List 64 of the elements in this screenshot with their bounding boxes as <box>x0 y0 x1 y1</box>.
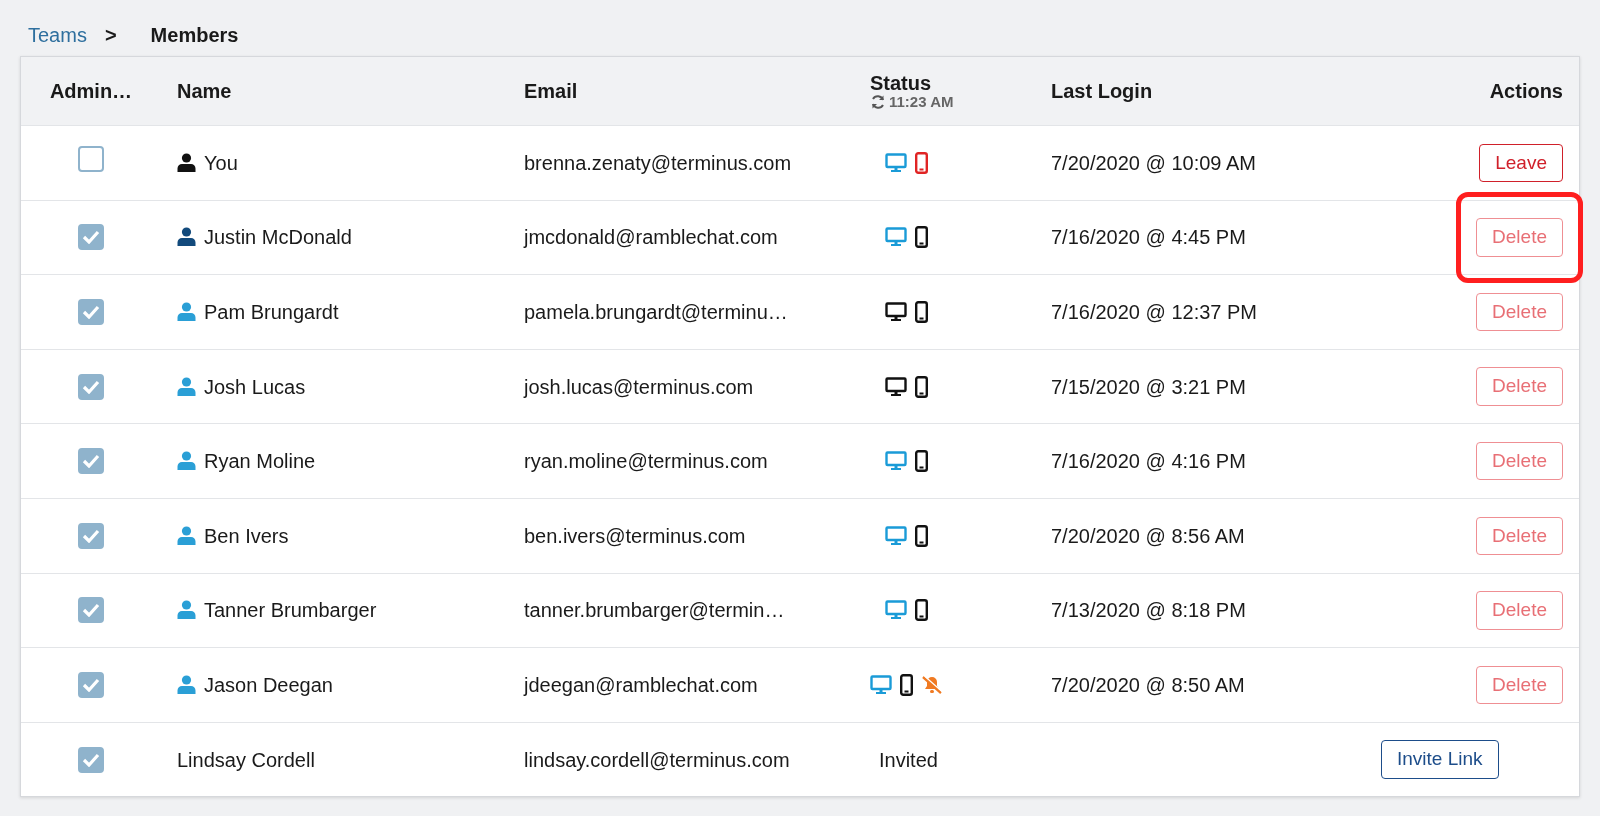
checkmark-icon <box>82 454 100 469</box>
checkmark-icon <box>82 305 100 319</box>
last-login-time: 7/13/2020 @ 8:18 PM <box>1051 599 1246 622</box>
admin-checkbox[interactable] <box>78 671 104 698</box>
last-login-time: 7/20/2020 @ 10:09 AM <box>1051 151 1256 174</box>
checkmark-icon <box>82 603 100 618</box>
checkmark-icon <box>82 379 100 394</box>
checkmark-icon <box>82 230 100 245</box>
column-header[interactable]: Status <box>870 72 1019 94</box>
admin-checkbox[interactable] <box>78 448 104 475</box>
invite-link-button[interactable]: Invite Link <box>1381 740 1499 779</box>
last-login-time: 7/16/2020 @ 12:37 PM <box>1051 301 1257 323</box>
last-login-time: 7/16/2020 @ 4:45 PM <box>1051 226 1246 249</box>
member-email: ben.ivers@terminus.com <box>524 524 746 547</box>
delete-button[interactable]: Delete <box>1476 292 1563 332</box>
status-text: Invited <box>878 748 938 771</box>
member-email: ryan.moline@terminus.com <box>524 450 768 473</box>
member-name: Ryan Moline <box>204 449 316 475</box>
admin-checkbox[interactable] <box>78 746 104 773</box>
delete-button[interactable]: Delete <box>1476 218 1563 257</box>
member-name: Josh Lucas <box>204 374 306 400</box>
leave-button[interactable]: Leave <box>1479 143 1563 183</box>
refresh-time: 11:23 AM <box>889 94 954 109</box>
admin-checkbox[interactable] <box>78 373 104 400</box>
admin-checkbox[interactable] <box>78 522 104 549</box>
delete-button[interactable]: Delete <box>1476 367 1563 406</box>
breadcrumb-separator: > <box>104 23 117 48</box>
checkmark-icon <box>82 752 100 767</box>
member-name: Lindsay Cordell <box>177 747 315 773</box>
delete-button[interactable]: Delete <box>1476 591 1563 630</box>
admin-checkbox[interactable] <box>78 299 104 325</box>
breadcrumb-link[interactable]: Teams <box>28 20 87 50</box>
member-email: pamela.brungardt@terminu… <box>524 301 788 323</box>
last-login-time: 7/16/2020 @ 4:16 PM <box>1051 450 1246 473</box>
column-header[interactable]: Actions <box>1489 80 1563 102</box>
member-email: tanner.brumbarger@termin… <box>524 599 785 622</box>
breadcrumb-current: Members <box>150 23 239 48</box>
admin-checkbox[interactable] <box>78 597 104 624</box>
member-name: Pam Brungardt <box>204 300 339 325</box>
column-header[interactable]: Email <box>524 80 578 102</box>
member-email: jdeegan@ramblechat.com <box>524 673 758 696</box>
last-login-time: 7/15/2020 @ 3:21 PM <box>1051 375 1246 398</box>
member-name: You <box>204 150 238 176</box>
refresh-icon <box>870 93 886 110</box>
last-login-time: 7/20/2020 @ 8:56 AM <box>1051 524 1245 547</box>
checkmark-icon <box>82 528 100 543</box>
delete-button[interactable]: Delete <box>1476 516 1563 555</box>
column-header[interactable]: Last Login <box>1051 80 1153 102</box>
member-email: lindsay.cordell@terminus.com <box>524 748 790 771</box>
member-name: Justin McDonald <box>204 225 352 251</box>
member-name: Jason Deegan <box>204 672 333 698</box>
member-name: Ben Ivers <box>204 523 289 549</box>
member-email: jmcdonald@ramblechat.com <box>524 226 778 249</box>
admin-checkbox[interactable] <box>78 145 104 172</box>
column-header[interactable]: Name <box>177 80 232 102</box>
member-email: brenna.zenaty@terminus.com <box>524 151 792 174</box>
admin-checkbox[interactable] <box>78 224 104 251</box>
member-email: josh.lucas@terminus.com <box>524 375 754 398</box>
member-name: Tanner Brumbarger <box>204 598 377 624</box>
column-header[interactable]: Admin… <box>21 76 161 106</box>
last-login-time: 7/20/2020 @ 8:50 AM <box>1051 673 1245 696</box>
checkmark-icon <box>82 677 100 692</box>
delete-button[interactable]: Delete <box>1476 665 1563 705</box>
delete-button[interactable]: Delete <box>1476 441 1563 481</box>
